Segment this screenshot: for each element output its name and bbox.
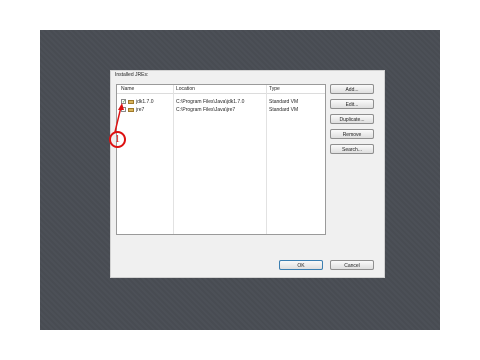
annotation-arrow (114, 103, 124, 133)
annotation-number-badge: 1 (109, 131, 126, 148)
